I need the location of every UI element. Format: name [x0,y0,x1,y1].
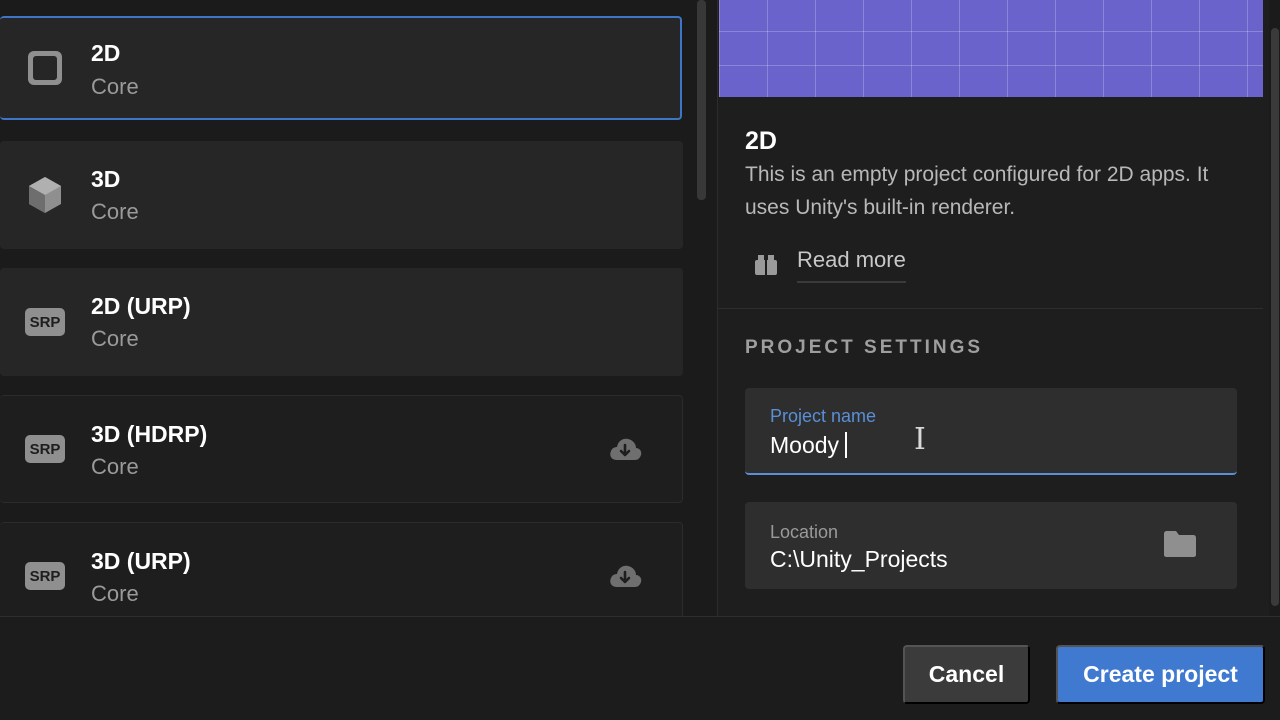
template-title: 2D (URP) [91,293,191,319]
cloud-download-icon[interactable] [608,563,642,589]
template-card-2d[interactable]: 2D Core [0,16,682,120]
read-more-link[interactable]: Read more [754,247,906,283]
template-detail-panel: 2D This is an empty project configured f… [717,0,1269,616]
template-subtitle: Core [91,74,139,99]
project-name-field[interactable]: Project name Moody I [745,388,1237,475]
template-card-3d-hdrp[interactable]: SRP 3D (HDRP) Core [0,395,683,503]
book-icon [754,253,778,277]
square-outline-icon [24,47,66,89]
template-card-3d[interactable]: 3D Core [0,141,683,249]
template-title: 3D (HDRP) [91,421,208,447]
location-label: Location [770,522,839,542]
section-heading: PROJECT SETTINGS [745,337,984,358]
cloud-download-icon[interactable] [608,436,642,462]
template-title: 2D [91,40,121,66]
read-more-label: Read more [797,247,906,283]
detail-scrollbar[interactable] [1271,28,1279,606]
location-field[interactable]: Location C:\Unity_Projects [745,502,1237,589]
location-value: C:\Unity_Projects [770,546,948,572]
template-title: 3D (URP) [91,548,191,574]
divider [718,308,1263,309]
template-subtitle: Core [91,581,139,606]
srp-badge-icon: SRP [24,555,66,597]
create-project-button[interactable]: Create project [1056,645,1265,704]
dialog-footer: Cancel Create project [0,616,1280,720]
srp-badge-icon: SRP [24,428,66,470]
srp-badge: SRP [25,435,65,463]
template-title: 3D [91,166,121,192]
srp-badge: SRP [25,308,65,336]
template-subtitle: Core [91,454,139,479]
project-name-value: Moody [770,432,840,458]
template-preview-image [719,0,1263,97]
folder-icon[interactable] [1163,530,1197,558]
project-name-label: Project name [770,406,877,426]
srp-badge: SRP [25,562,65,590]
project-name-input[interactable]: Moody [770,432,848,459]
detail-description: This is an empty project configured for … [745,163,1209,219]
cancel-button[interactable]: Cancel [903,645,1030,704]
cube-icon [24,174,66,216]
template-list-scrollbar[interactable] [697,0,706,200]
template-subtitle: Core [91,199,139,224]
template-card-2d-urp[interactable]: SRP 2D (URP) Core [0,268,683,376]
template-subtitle: Core [91,326,139,351]
detail-title: 2D [745,127,777,155]
text-cursor-icon: I [914,422,926,457]
srp-badge-icon: SRP [24,301,66,343]
text-caret [845,432,848,458]
template-card-3d-urp[interactable]: SRP 3D (URP) Core [0,522,683,616]
template-list: 2D Core 3D Core SRP 2D (URP) Core SRP 3D… [0,0,690,616]
